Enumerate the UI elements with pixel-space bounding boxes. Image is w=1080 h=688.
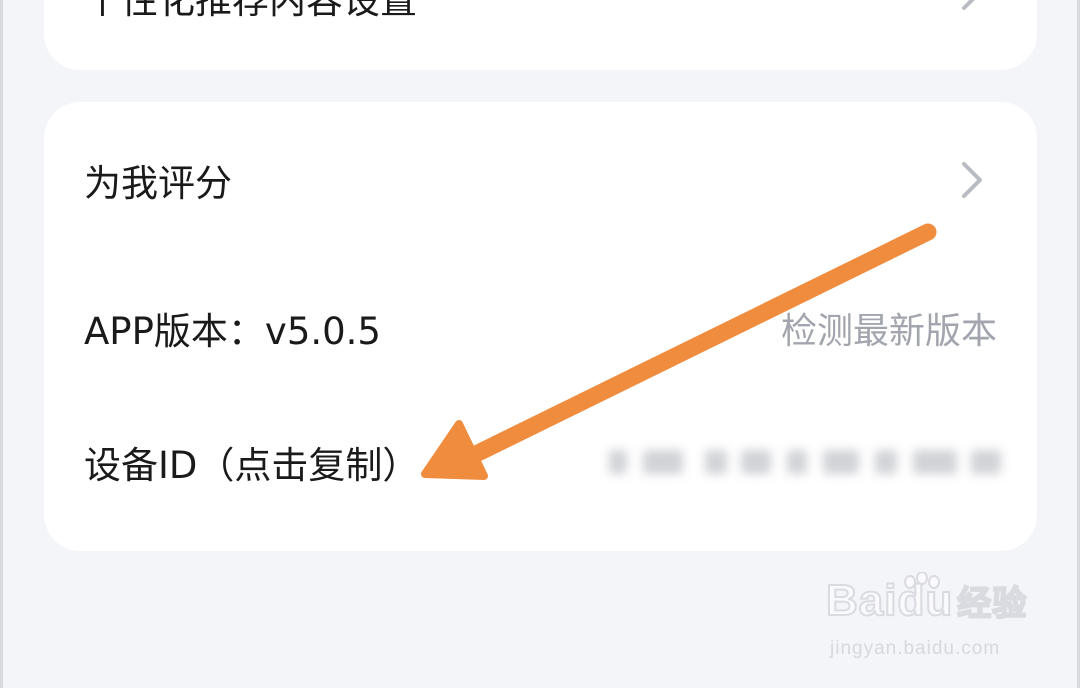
rate-me-label: 为我评分 [84,162,232,205]
device-id-label: 设备ID（点击复制） [84,444,420,487]
personalized-recommendation-row[interactable]: 个性化推荐内容设置 [44,0,1037,50]
app-version-label: APP版本：v5.0.5 [84,310,381,353]
device-id-value-blurred [609,442,1009,482]
watermark-site: jingyan.baidu.com [830,638,1001,659]
settings-card-top: 个性化推荐内容设置 [44,0,1037,70]
settings-card-main: 为我评分 APP版本：v5.0.5 检测最新版本 设备ID（点击复制） [44,102,1037,551]
baidu-jingyan-watermark: Baidu 经验 jingyan.baidu.com [825,572,1036,682]
paw-icon [904,572,940,589]
chevron-right-icon [962,0,975,10]
device-id-row[interactable]: 设备ID（点击复制） [44,402,1037,522]
screen-left-edge [0,0,3,688]
app-version-row: APP版本：v5.0.5 检测最新版本 [44,268,1037,388]
check-latest-version-link[interactable]: 检测最新版本 [781,302,997,354]
rate-me-row[interactable]: 为我评分 [44,120,1037,240]
watermark-brand: Baidu 经验 [825,575,1028,626]
chevron-right-icon [962,162,982,198]
personalized-recommendation-label: 个性化推荐内容设置 [84,0,417,22]
